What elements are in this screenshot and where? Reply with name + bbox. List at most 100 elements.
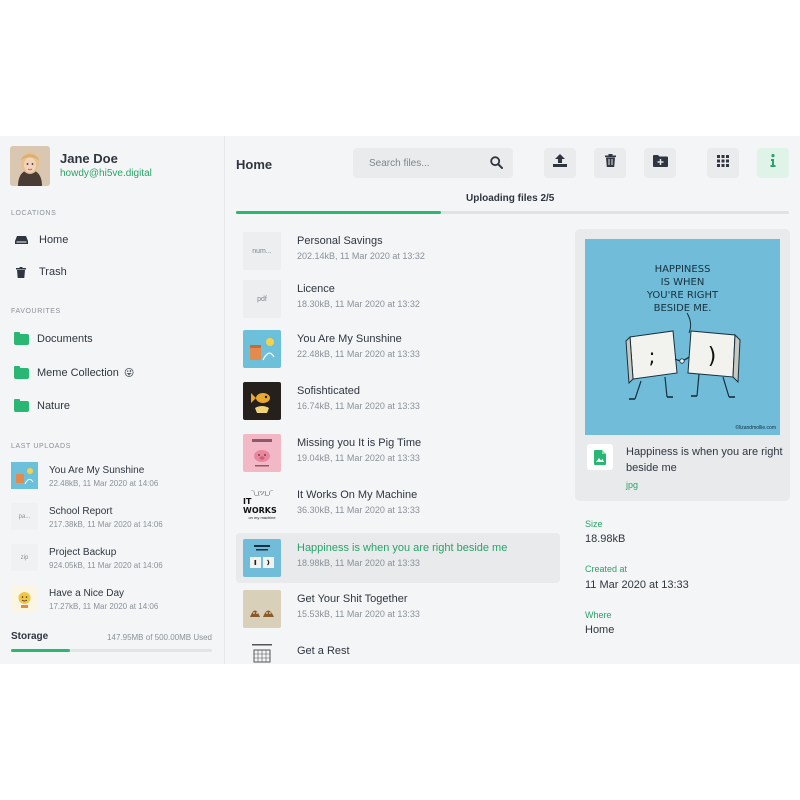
- upload-button[interactable]: [544, 148, 576, 178]
- file-row[interactable]: ¯\_(ツ)_/¯ IT WORKS on my machine It Work…: [236, 480, 560, 530]
- drive-icon: [11, 235, 31, 245]
- avatar[interactable]: [10, 146, 50, 186]
- upload-name: Project Backup: [49, 547, 117, 558]
- sidebar-item-nature[interactable]: Nature: [11, 393, 211, 419]
- image-file-icon: [587, 444, 613, 470]
- file-thumbnail: [243, 590, 281, 628]
- file-thumbnail: [243, 434, 281, 472]
- file-thumbnail: [243, 330, 281, 368]
- list-item[interactable]: pa... School Report 217.38kB, 11 Mar 202…: [11, 503, 216, 535]
- file-manager-window: Jane Doe howdy@hi5ve.digital LOCATIONS H…: [0, 136, 800, 664]
- file-row[interactable]: Missing you It is Pig Time 19.04kB, 11 M…: [236, 428, 560, 478]
- sidebar-item-label: Trash: [39, 266, 67, 278]
- key-left-glyph: ;: [649, 344, 656, 368]
- upload-meta: 17.27kB, 11 Mar 2020 at 14:06: [49, 602, 159, 611]
- locations-heading: LOCATIONS: [11, 210, 57, 217]
- file-name: Happiness is when you are right beside m…: [297, 542, 508, 554]
- preview-image-credit: ©lizandmollie.com: [735, 425, 776, 431]
- last-uploads-heading: LAST UPLOADS: [11, 443, 71, 450]
- user-name: Jane Doe: [60, 151, 118, 166]
- upload-name: You Are My Sunshine: [49, 465, 145, 476]
- thumbnail: pa...: [11, 503, 38, 530]
- file-meta: 202.14kB, 11 Mar 2020 at 13:32: [297, 251, 425, 261]
- file-meta: 19.04kB, 11 Mar 2020 at 13:33: [297, 453, 420, 463]
- grid-view-button[interactable]: [707, 148, 739, 178]
- list-item[interactable]: zip Project Backup 924.05kB, 11 Mar 2020…: [11, 544, 216, 576]
- list-item[interactable]: Have a Nice Day 17.27kB, 11 Mar 2020 at …: [11, 585, 216, 617]
- upload-meta: 924.05kB, 11 Mar 2020 at 14:06: [49, 561, 163, 570]
- file-name: It Works On My Machine: [297, 489, 418, 501]
- search-box[interactable]: [353, 148, 513, 178]
- new-folder-button[interactable]: [644, 148, 676, 178]
- file-thumbnail: num...: [243, 232, 281, 270]
- preview-image[interactable]: HAPPINESS IS WHEN YOU'RE RIGHT BESIDE ME…: [585, 239, 780, 435]
- upload-meta: 22.48kB, 11 Mar 2020 at 14:06: [49, 479, 159, 488]
- sidebar-item-label: Documents: [37, 333, 93, 345]
- key-right-glyph: ): [708, 344, 717, 369]
- info-icon: [770, 154, 776, 172]
- file-row[interactable]: Sofishticated 16.74kB, 11 Mar 2020 at 13…: [236, 376, 560, 426]
- sidebar-item-label: Home: [39, 234, 69, 246]
- page-title: Home: [236, 157, 273, 172]
- sidebar-item-home[interactable]: Home: [11, 227, 211, 253]
- file-name: Licence: [297, 283, 335, 295]
- file-row[interactable]: pdf Licence 18.30kB, 11 Mar 2020 at 13:3…: [236, 274, 560, 324]
- folder-icon: [11, 398, 31, 412]
- file-row[interactable]: You Are My Sunshine 22.48kB, 11 Mar 2020…: [236, 324, 560, 374]
- file-row[interactable]: Get a Rest: [236, 636, 560, 664]
- file-meta: 36.30kB, 11 Mar 2020 at 13:33: [297, 505, 420, 515]
- file-thumbnail: [243, 539, 281, 577]
- upload-progress-fill: [236, 211, 441, 214]
- preview-card: HAPPINESS IS WHEN YOU'RE RIGHT BESIDE ME…: [575, 229, 790, 501]
- list-item[interactable]: You Are My Sunshine 22.48kB, 11 Mar 2020…: [11, 462, 216, 494]
- where-label: Where: [585, 610, 612, 620]
- folder-plus-icon: [652, 154, 668, 172]
- upload-status: Uploading files 2/5: [466, 193, 555, 204]
- thumb-text-top: ¯\_(ツ)_/¯: [250, 491, 274, 497]
- upload-name: School Report: [49, 506, 113, 517]
- search-input[interactable]: [353, 148, 483, 178]
- file-meta: 15.53kB, 11 Mar 2020 at 13:33: [297, 609, 420, 619]
- file-row-selected[interactable]: Happiness is when you are right beside m…: [236, 533, 560, 583]
- file-name: You Are My Sunshine: [297, 333, 402, 345]
- keyboard-keys-illustration: ; ): [625, 312, 741, 400]
- file-name: Get Your Shit Together: [297, 593, 408, 605]
- file-row[interactable]: num... Personal Savings 202.14kB, 11 Mar…: [236, 226, 560, 276]
- file-meta: 18.30kB, 11 Mar 2020 at 13:32: [297, 299, 420, 309]
- favourites-heading: FAVOURITES: [11, 308, 61, 315]
- file-name: Personal Savings: [297, 235, 383, 247]
- thumb-text: IT WORKS: [243, 497, 277, 515]
- sidebar-item-trash[interactable]: Trash: [11, 259, 211, 285]
- file-thumbnail: ¯\_(ツ)_/¯ IT WORKS on my machine: [243, 486, 281, 524]
- file-name: Sofishticated: [297, 385, 360, 397]
- sidebar-item-documents[interactable]: Documents: [11, 326, 211, 352]
- file-name: Missing you It is Pig Time: [297, 437, 422, 449]
- file-name: Get a Rest: [297, 645, 350, 657]
- file-meta: 18.98kB, 11 Mar 2020 at 13:33: [297, 558, 420, 568]
- file-meta: 16.74kB, 11 Mar 2020 at 13:33: [297, 401, 420, 411]
- search-icon[interactable]: [490, 156, 503, 174]
- sidebar-item-label: Nature: [37, 400, 71, 412]
- info-button[interactable]: [757, 148, 789, 178]
- emoji: 😜: [123, 367, 135, 379]
- thumbnail: [11, 462, 38, 489]
- sidebar-item-meme-collection[interactable]: Meme Collection 😜: [11, 360, 211, 386]
- file-thumbnail: pdf: [243, 280, 281, 318]
- folder-icon: [11, 331, 31, 345]
- storage-progress-bar: [11, 649, 212, 652]
- file-row[interactable]: Get Your Shit Together 15.53kB, 11 Mar 2…: [236, 584, 560, 634]
- upload-name: Have a Nice Day: [49, 588, 125, 599]
- storage-used-text: 147.95MB of 500.00MB Used: [107, 633, 212, 642]
- preview-title: Happiness is when you are right beside m…: [626, 446, 783, 474]
- storage-label: Storage: [11, 631, 49, 642]
- file-thumbnail: [243, 642, 281, 664]
- where-value: Home: [585, 624, 615, 636]
- preview-extension: jpg: [626, 480, 639, 490]
- upload-progress-bar: [236, 211, 789, 214]
- delete-button[interactable]: [594, 148, 626, 178]
- folder-icon: [11, 365, 31, 379]
- grid-icon: [717, 154, 729, 172]
- main-panel: Home Search files... Uploading files 2/5…: [225, 136, 800, 664]
- upload-meta: 217.38kB, 11 Mar 2020 at 14:06: [49, 520, 163, 529]
- thumb-text-bottom: on my machine: [248, 515, 276, 520]
